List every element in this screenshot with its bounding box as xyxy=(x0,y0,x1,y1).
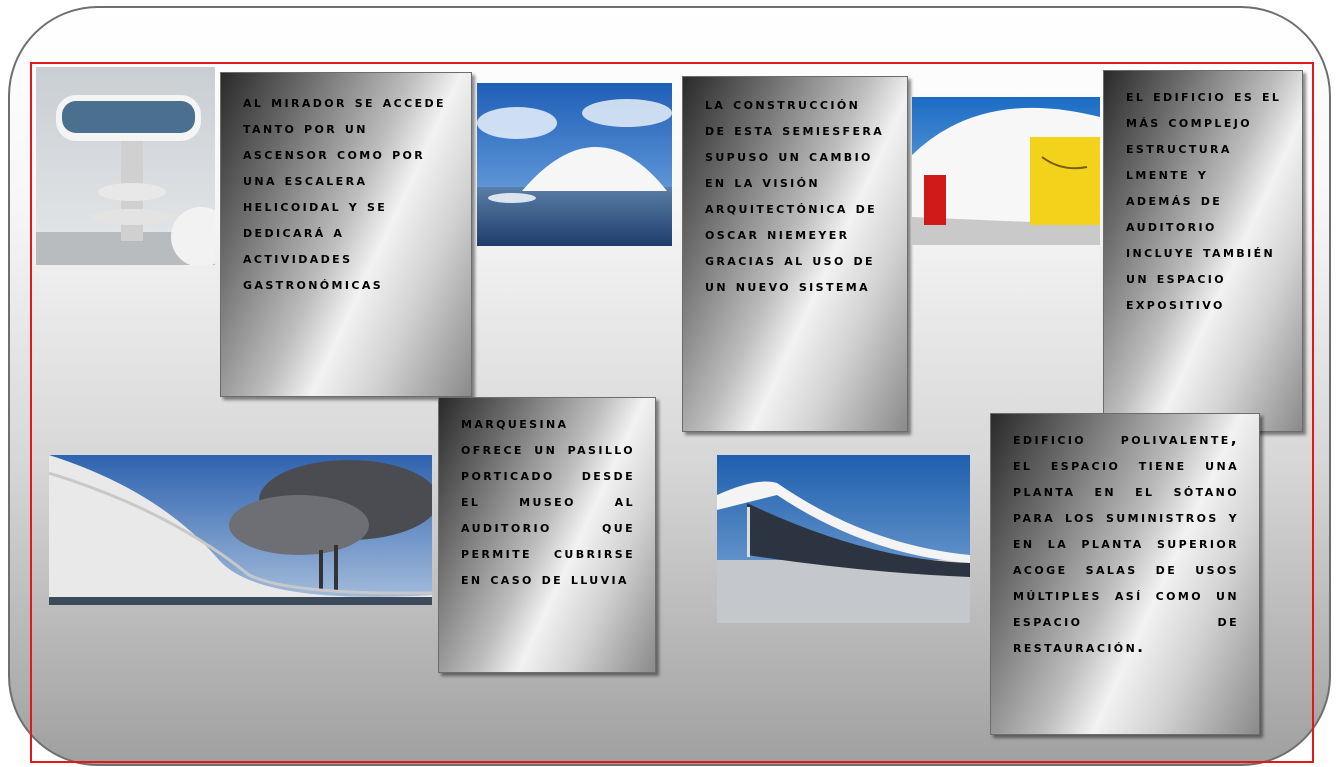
tower-photo xyxy=(36,67,215,265)
canopy-photo xyxy=(49,455,432,605)
text-card-edificio: El edificio es el más complejo estructur… xyxy=(1103,70,1303,432)
building-photo xyxy=(717,455,970,623)
auditorium-photo xyxy=(912,97,1100,245)
slide: Al mirador se accede tanto por un ascens… xyxy=(0,0,1341,767)
semiesfera-text: La construcción de esta semiesfera supus… xyxy=(705,95,885,295)
text-card-polivalente: Edificio polivalente, el espacio tiene u… xyxy=(990,413,1260,735)
polivalente-text: Edificio polivalente, el espacio tiene u… xyxy=(1013,430,1239,656)
mirador-text: Al mirador se accede tanto por un ascens… xyxy=(243,93,446,293)
text-card-semiesfera: La construcción de esta semiesfera supus… xyxy=(682,76,908,432)
text-card-mirador: Al mirador se accede tanto por un ascens… xyxy=(220,72,472,397)
dome-photo xyxy=(477,83,672,246)
text-card-marquesina: Marquesina ofrece un pasillo porticado d… xyxy=(438,397,656,673)
marquesina-text: Marquesina ofrece un pasillo porticado d… xyxy=(461,414,635,588)
edificio-text: El edificio es el más complejo estructur… xyxy=(1126,87,1282,313)
